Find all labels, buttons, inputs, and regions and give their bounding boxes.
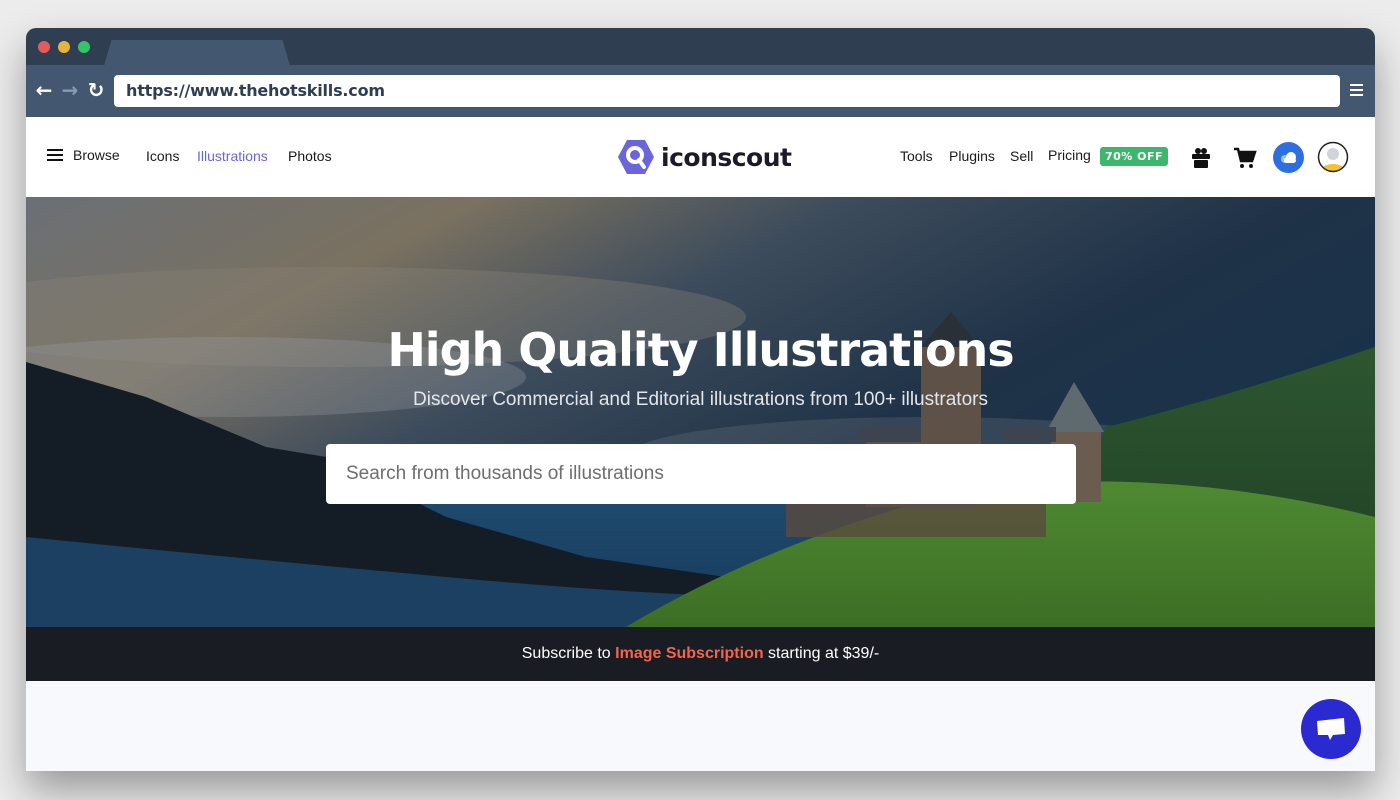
subscription-promo-bar: Subscribe to Image Subscription starting… (26, 627, 1375, 681)
promo-suffix: starting at $39/- (763, 645, 880, 662)
browser-menu-icon[interactable] (1350, 84, 1363, 96)
chat-icon (1317, 718, 1345, 740)
illustration-search-input[interactable] (326, 444, 1076, 504)
hero-banner: High Quality Illustrations Discover Comm… (26, 197, 1375, 627)
browser-titlebar (26, 28, 1375, 66)
hero-subtitle: Discover Commercial and Editorial illust… (413, 389, 988, 410)
site-header: Browse Icons Illustrations Photos iconsc… (26, 117, 1375, 197)
nav-sell[interactable]: Sell (1010, 148, 1033, 164)
browser-tab[interactable] (104, 40, 290, 66)
maximize-window-button[interactable] (78, 41, 90, 53)
forward-arrow-icon[interactable]: → (59, 79, 81, 101)
cloud-icon[interactable] (1273, 142, 1304, 173)
hero-title: High Quality Illustrations (387, 323, 1014, 377)
nav-icons[interactable]: Icons (146, 148, 179, 164)
nav-tools[interactable]: Tools (900, 148, 933, 164)
nav-photos[interactable]: Photos (288, 148, 332, 164)
discount-badge: 70% OFF (1100, 147, 1169, 166)
browser-toolbar: ← → ↻ https://www.thehotskills.com (26, 65, 1375, 117)
address-bar[interactable]: https://www.thehotskills.com (114, 75, 1340, 107)
chat-button[interactable] (1301, 699, 1361, 759)
reload-icon[interactable]: ↻ (85, 79, 107, 101)
browse-label: Browse (73, 147, 120, 163)
browse-button[interactable]: Browse (47, 147, 120, 163)
nav-illustrations[interactable]: Illustrations (197, 148, 268, 164)
nav-plugins[interactable]: Plugins (949, 148, 995, 164)
nav-pricing[interactable]: Pricing (1048, 147, 1091, 163)
logo-mark-icon (618, 140, 654, 174)
image-subscription-link[interactable]: Image Subscription (615, 645, 763, 662)
close-window-button[interactable] (38, 41, 50, 53)
cart-icon[interactable] (1233, 147, 1257, 169)
gift-icon[interactable] (1191, 147, 1211, 169)
promo-prefix: Subscribe to (521, 645, 616, 662)
logo-text: iconscout (661, 142, 792, 172)
iconscout-logo[interactable]: iconscout (617, 139, 792, 175)
back-arrow-icon[interactable]: ← (33, 79, 55, 101)
minimize-window-button[interactable] (58, 41, 70, 53)
hamburger-icon (47, 149, 63, 161)
user-avatar-icon[interactable] (1317, 141, 1349, 173)
browser-window: ← → ↻ https://www.thehotskills.com Brows… (26, 28, 1375, 771)
hero-background-image (26, 197, 1375, 627)
